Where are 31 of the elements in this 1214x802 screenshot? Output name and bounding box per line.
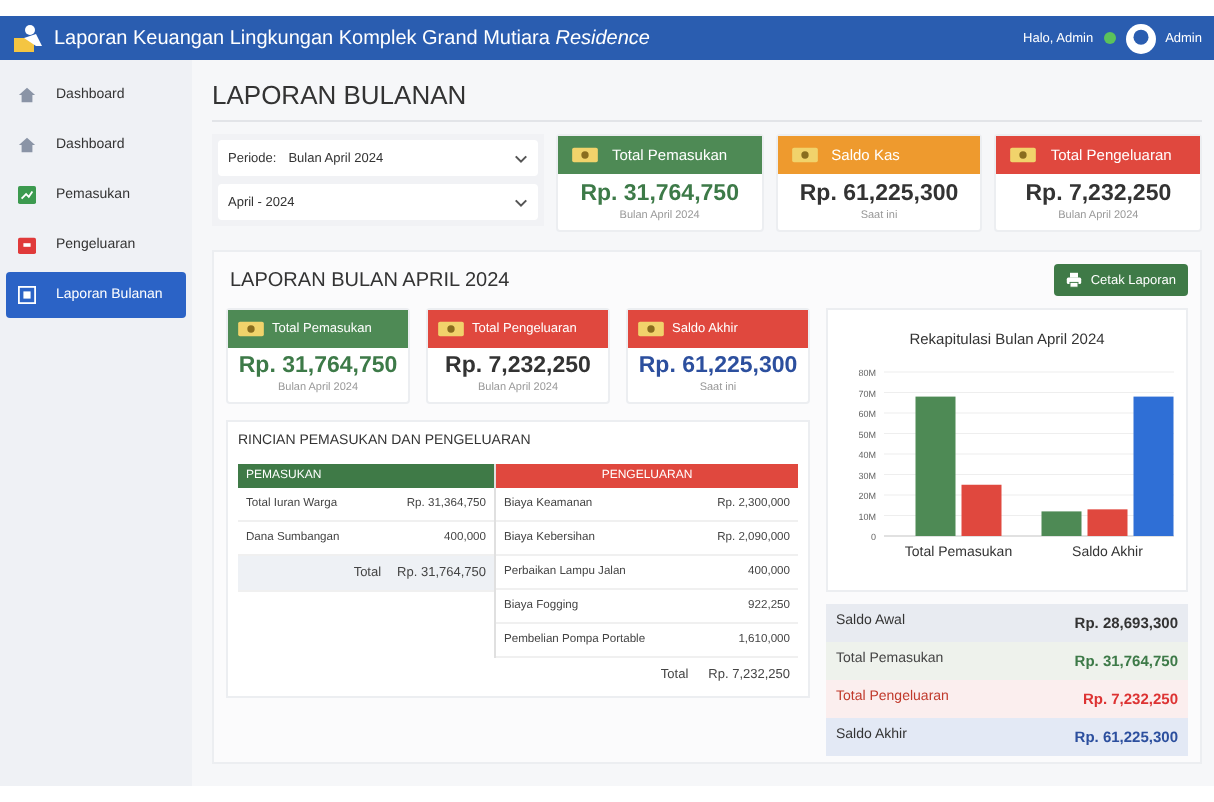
bar	[961, 484, 1002, 536]
report-title: LAPORAN BULAN APRIL 2024	[230, 269, 510, 291]
card-value: Rp. 61,225,300	[636, 354, 800, 378]
avatar-icon[interactable]	[1125, 23, 1156, 53]
bar	[1087, 509, 1128, 536]
bar	[915, 396, 956, 536]
card-value: Rp. 7,232,250	[443, 354, 593, 378]
card-value: Rp. 31,764,750	[236, 354, 400, 378]
bar	[1133, 396, 1174, 536]
stat-value: Rp. 61,225,300	[797, 182, 961, 206]
document-icon	[18, 286, 36, 304]
chart-icon	[18, 186, 36, 204]
stat-value: Rp. 7,232,250	[1023, 182, 1174, 206]
money-icon	[789, 144, 820, 166]
wallet-icon	[18, 236, 36, 254]
page-title: LAPORAN BULANAN	[212, 80, 1202, 122]
printer-icon	[1066, 272, 1083, 288]
stat-value: Rp. 31,764,750	[578, 182, 741, 206]
bar	[1041, 511, 1082, 536]
money-icon	[236, 318, 266, 340]
chevron-icon	[514, 153, 528, 163]
money-icon	[1008, 144, 1039, 166]
home-icon	[18, 136, 36, 154]
money-icon	[436, 318, 466, 340]
money-icon	[570, 144, 600, 166]
logo-icon	[12, 22, 44, 54]
app-title: Laporan Keuangan Lingkungan Komplek Grand Mutiara Residence	[54, 27, 650, 49]
chevron-icon	[514, 197, 528, 207]
home-icon	[18, 86, 36, 104]
money-icon	[636, 318, 666, 340]
status-dot-icon	[1103, 32, 1116, 44]
